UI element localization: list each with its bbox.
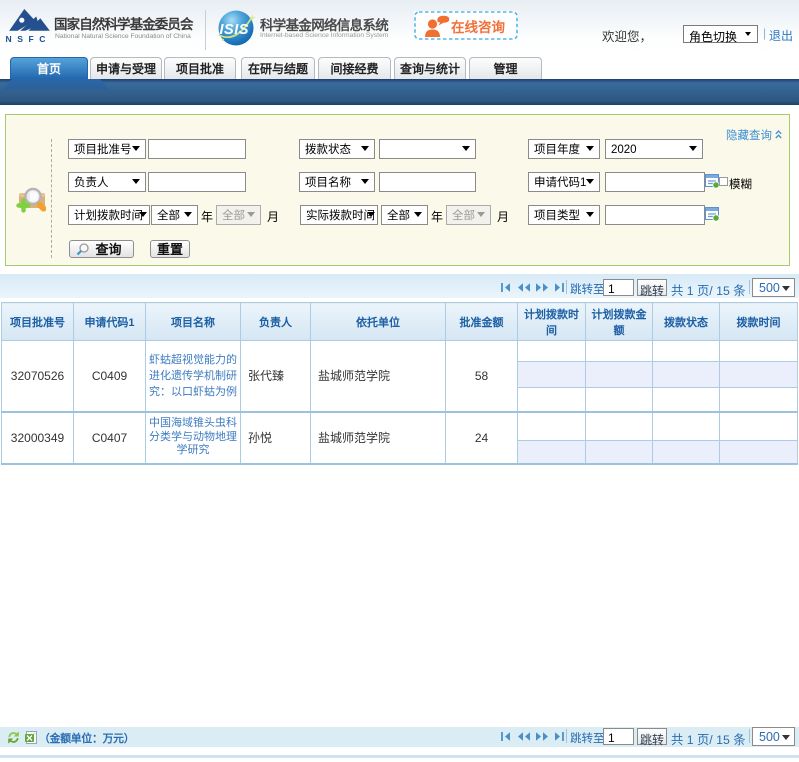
svg-text:NSFC: NSFC [6, 34, 52, 44]
svg-text:ISIS: ISIS [220, 22, 249, 38]
